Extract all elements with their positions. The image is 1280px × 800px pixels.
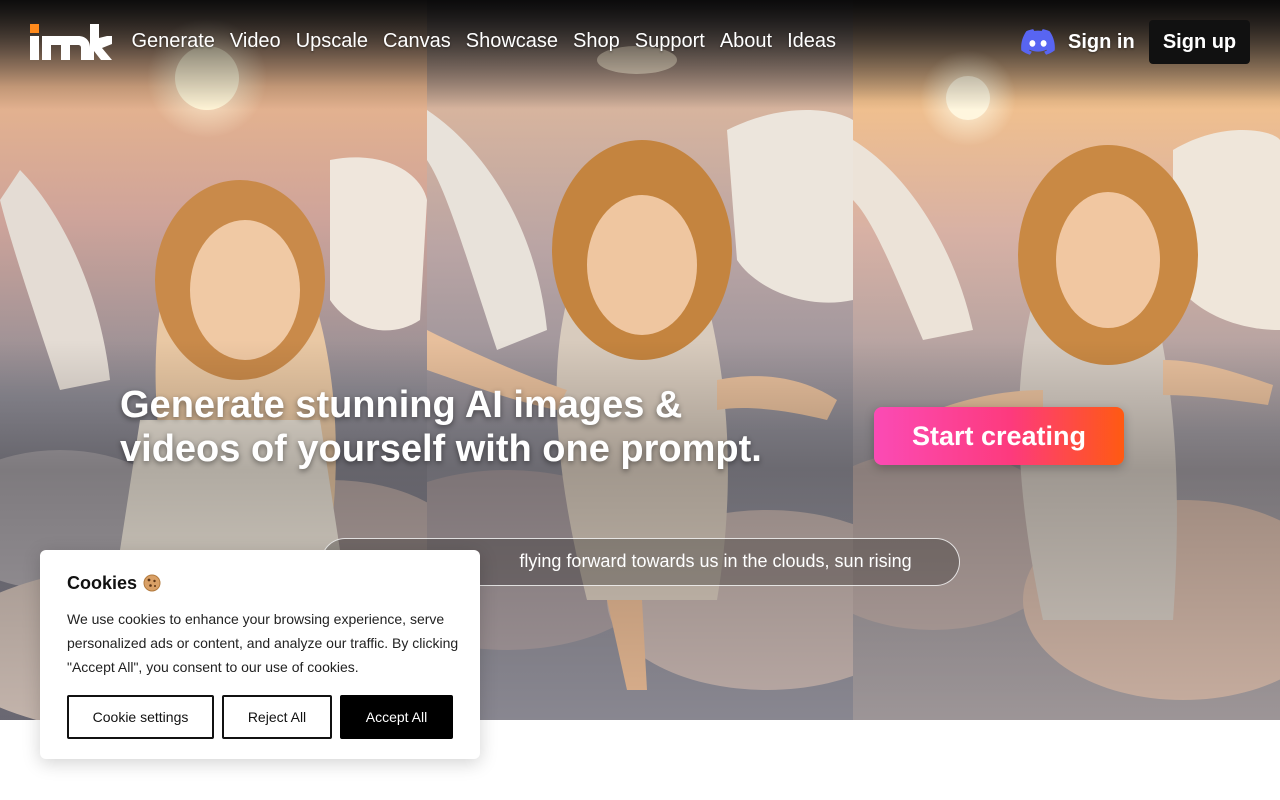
start-creating-button[interactable]: Start creating [874,407,1124,465]
nav-link-shop[interactable]: Shop [566,28,628,54]
nav-link-upscale[interactable]: Upscale [288,28,375,54]
cookie-icon [143,574,161,592]
discord-icon[interactable] [1020,28,1055,56]
nav-link-showcase[interactable]: Showcase [458,28,565,54]
hero-headline: Generate stunning AI images & videos of … [120,383,840,471]
sign-up-button[interactable]: Sign up [1149,20,1250,64]
cookie-banner: Cookies We use cookies to enhance your b… [40,550,480,759]
cookie-title-text: Cookies [67,573,138,593]
cookie-settings-button[interactable]: Cookie settings [67,695,214,739]
headline-line-1: Generate stunning AI images & [120,384,683,426]
headline-line-2: videos of yourself with one prompt. [120,428,762,470]
nav-link-canvas[interactable]: Canvas [375,28,458,54]
nav-link-video[interactable]: Video [222,28,288,54]
hero-image-2 [427,0,853,720]
cookie-banner-title: Cookies [67,572,161,594]
prompt-text: flying forward towards us in the clouds,… [519,551,912,571]
main-menu: Generate Video Upscale Canvas Showcase S… [124,28,844,54]
sign-in-link[interactable]: Sign in [1068,29,1135,55]
top-navigation: Generate Video Upscale Canvas Showcase S… [0,0,1280,84]
hero-image-3 [853,0,1280,720]
nav-link-support[interactable]: Support [627,28,712,54]
logo[interactable] [30,24,112,60]
nav-link-generate[interactable]: Generate [124,28,222,54]
cookie-description: We use cookies to enhance your browsing … [67,611,459,675]
nav-link-ideas[interactable]: Ideas [780,28,844,54]
reject-all-button[interactable]: Reject All [222,695,332,739]
accept-all-button[interactable]: Accept All [340,695,453,739]
nav-link-about[interactable]: About [712,28,779,54]
